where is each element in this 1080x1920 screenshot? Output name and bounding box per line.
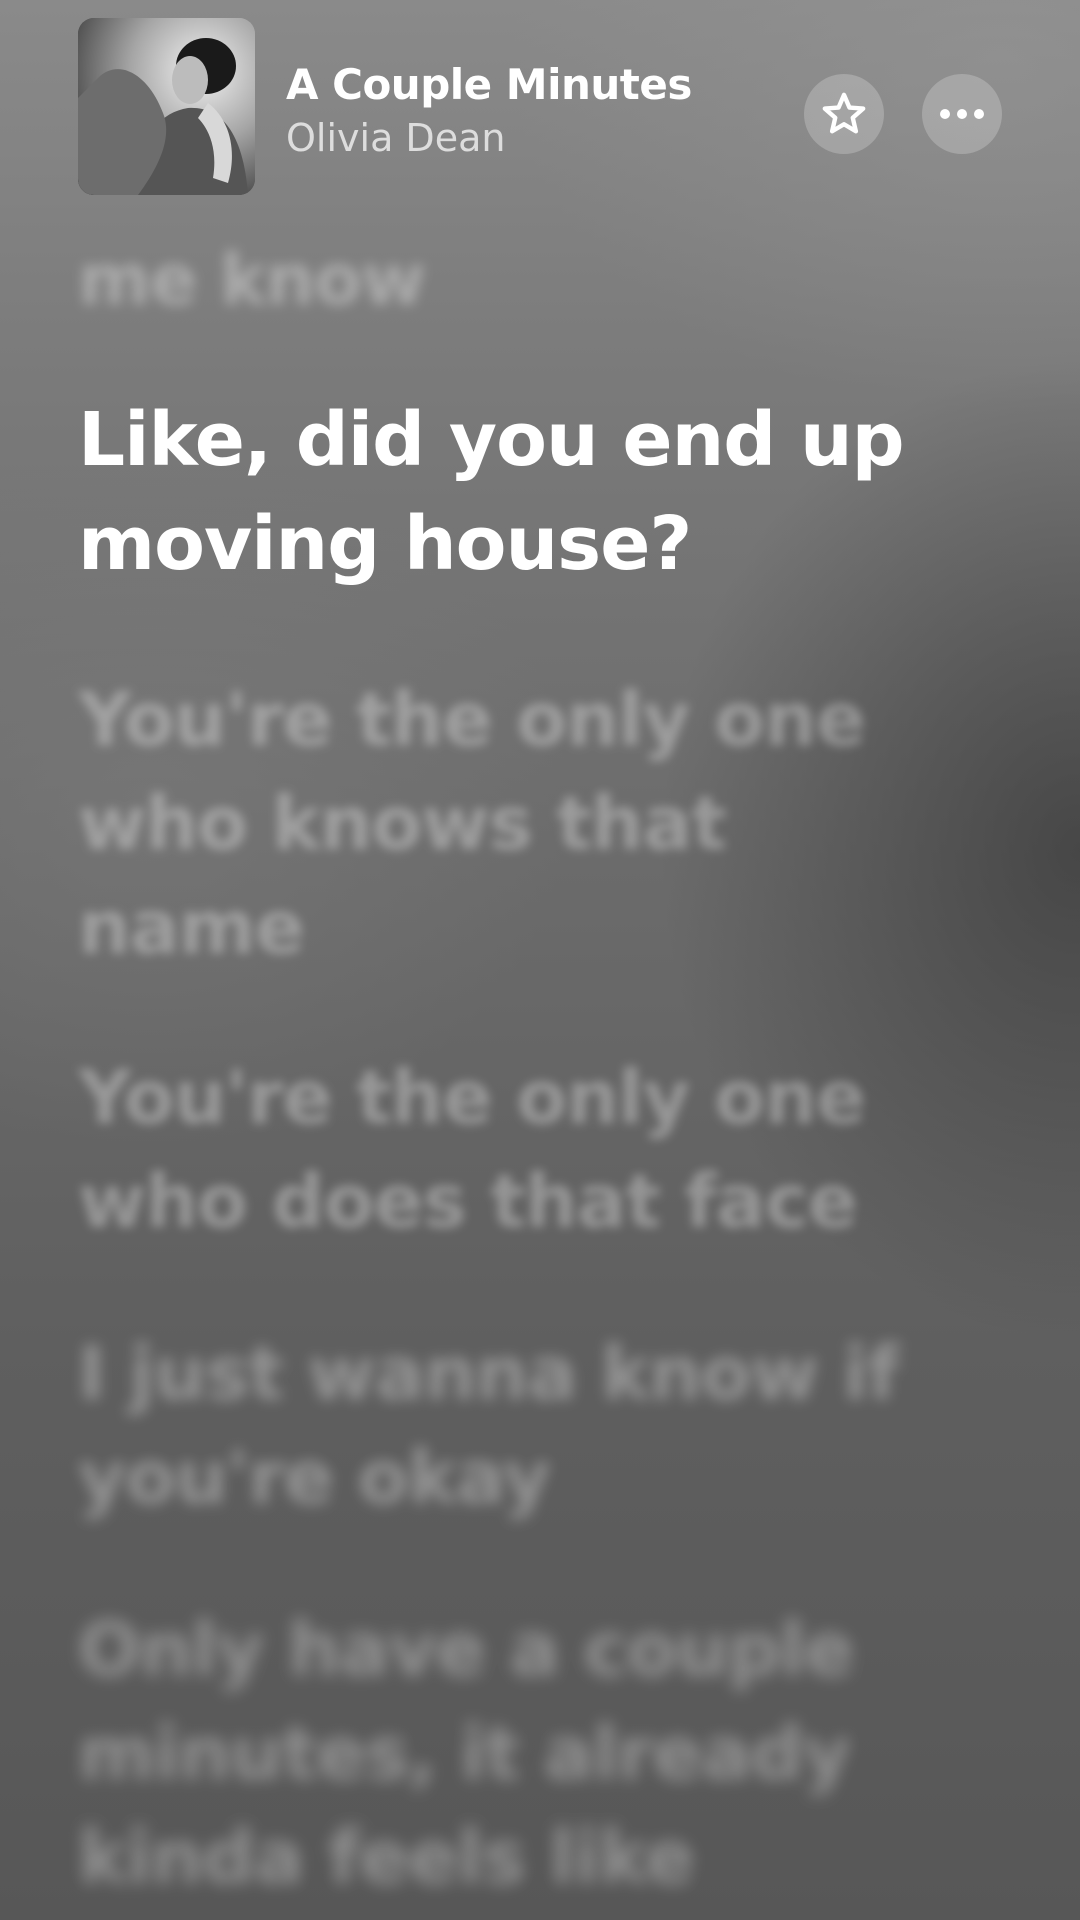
ellipsis-icon bbox=[940, 109, 984, 119]
star-outline-icon bbox=[822, 92, 866, 134]
more-options-button[interactable] bbox=[922, 74, 1002, 154]
lyric-line-upcoming[interactable]: I just wanna know if you're okay bbox=[78, 1322, 978, 1530]
track-artist[interactable]: Olivia Dean bbox=[286, 116, 505, 160]
lyric-line-upcoming[interactable]: You're the only one who does that face bbox=[78, 1046, 978, 1254]
album-cover-image bbox=[78, 18, 255, 195]
lyric-line-previous[interactable]: me know bbox=[78, 228, 978, 332]
lyric-line-upcoming[interactable]: You're the only one who knows that name bbox=[78, 668, 978, 980]
favorite-button[interactable] bbox=[804, 74, 884, 154]
track-title: A Couple Minutes bbox=[286, 60, 692, 109]
lyric-line-upcoming[interactable]: Only have a couple minutes, it already k… bbox=[78, 1598, 978, 1910]
lyric-line-current[interactable]: Like, did you end up moving house? bbox=[78, 388, 978, 596]
album-art[interactable] bbox=[78, 18, 255, 195]
now-playing-header: A Couple Minutes Olivia Dean bbox=[0, 0, 1080, 220]
